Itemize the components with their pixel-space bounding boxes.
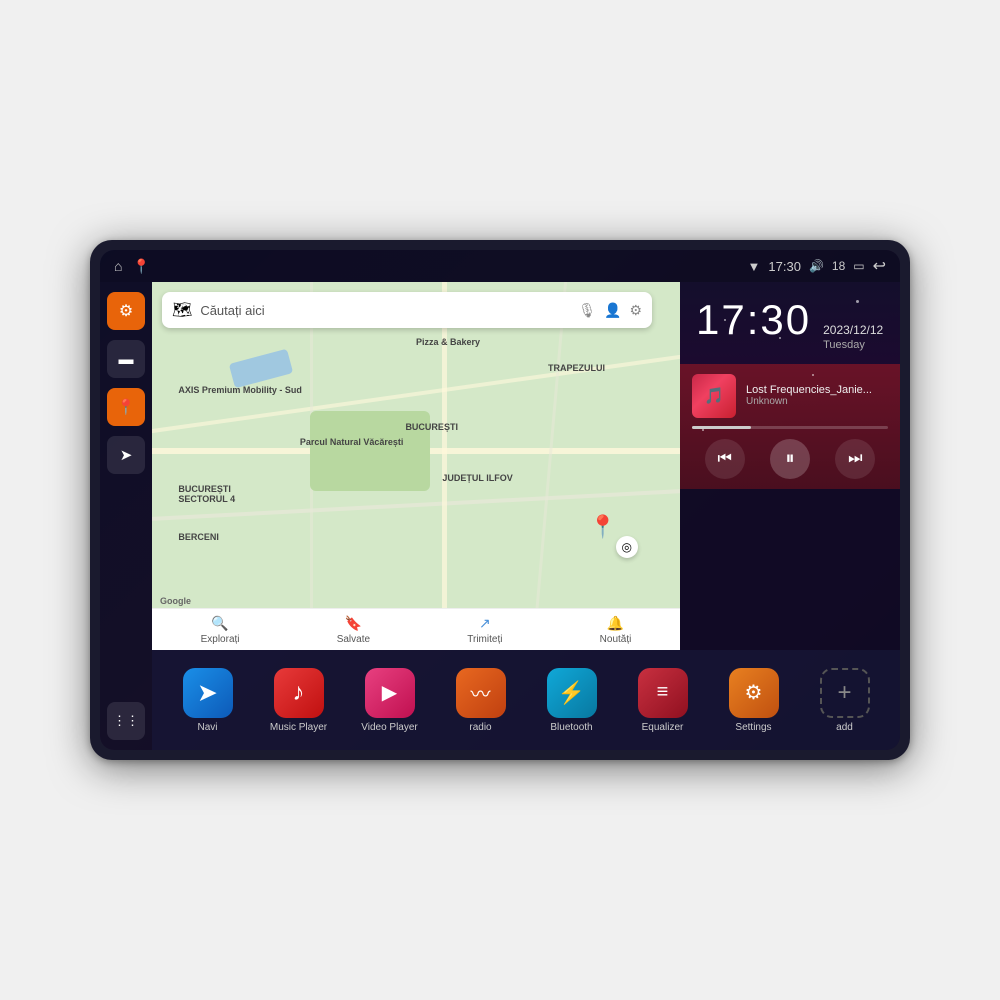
map-tab-explore[interactable]: 🔍 Explorați bbox=[201, 615, 240, 645]
mic-icon[interactable]: 🎙 bbox=[578, 302, 596, 319]
music-info: 🎵 Lost Frequencies_Janie... Unknown bbox=[692, 374, 888, 418]
settings-dots-icon[interactable]: ⚙ bbox=[629, 302, 642, 319]
sidebar: ⚙ ▬ 📍 ➤ ⋮⋮ bbox=[100, 282, 152, 750]
google-maps-icon: 🗺 bbox=[172, 300, 192, 320]
add-icon: + bbox=[837, 679, 851, 707]
navi-app-icon: ➤ bbox=[183, 668, 233, 718]
files-icon: ▬ bbox=[119, 351, 134, 368]
map-tab-share[interactable]: ↗ Trimiteți bbox=[467, 615, 502, 645]
app-item-video-player[interactable]: ▶ Video Player bbox=[355, 668, 425, 733]
status-bar: ⌂ 📍 ▼ 17:30 🔊 18 ▭ ↩ bbox=[100, 250, 900, 282]
radio-app-icon: 〰 bbox=[456, 668, 506, 718]
map-icon[interactable]: 📍 bbox=[132, 258, 149, 275]
add-app-icon: + bbox=[820, 668, 870, 718]
app-label-settings: Settings bbox=[735, 722, 771, 733]
battery-icon: ▭ bbox=[853, 259, 864, 273]
app-label-music-player: Music Player bbox=[270, 722, 327, 733]
wifi-icon: ▼ bbox=[748, 259, 761, 274]
app-label-radio: radio bbox=[469, 722, 491, 733]
music-app-icon: ♪ bbox=[274, 668, 324, 718]
home-icon[interactable]: ⌂ bbox=[114, 258, 122, 274]
app-item-equalizer[interactable]: ≡ Equalizer bbox=[628, 668, 698, 733]
battery-level: 18 bbox=[832, 259, 845, 273]
map-tab-explore-label: Explorați bbox=[201, 634, 240, 645]
map-pin-icon: 📍 bbox=[117, 398, 136, 416]
app-item-navi[interactable]: ➤ Navi bbox=[173, 668, 243, 733]
clock-display: 17:30 bbox=[696, 296, 811, 344]
app-item-add[interactable]: + add bbox=[810, 668, 880, 733]
music-widget: 🎵 Lost Frequencies_Janie... Unknown bbox=[680, 364, 900, 489]
back-icon[interactable]: ↩ bbox=[873, 256, 886, 276]
share-icon: ↗ bbox=[479, 615, 491, 632]
app-item-bluetooth[interactable]: ⚡ Bluetooth bbox=[537, 668, 607, 733]
app-label-video-player: Video Player bbox=[361, 722, 418, 733]
app-label-navi: Navi bbox=[197, 722, 217, 733]
account-icon[interactable]: 👤 bbox=[604, 302, 621, 319]
news-icon: 🔔 bbox=[607, 615, 624, 632]
clock-day: Tuesday bbox=[823, 337, 883, 354]
equalizer-icon: ≡ bbox=[657, 681, 669, 704]
explore-icon: 🔍 bbox=[211, 615, 228, 632]
map-tabs: 🔍 Explorați 🔖 Salvate ↗ Trimiteți bbox=[152, 608, 680, 650]
map-area[interactable]: AXIS Premium Mobility - Sud Pizza & Bake… bbox=[152, 282, 680, 650]
status-bar-left: ⌂ 📍 bbox=[114, 258, 150, 275]
app-label-add: add bbox=[836, 722, 853, 733]
music-progress-fill bbox=[692, 426, 751, 429]
map-tab-share-label: Trimiteți bbox=[467, 634, 502, 645]
app-label-bluetooth: Bluetooth bbox=[550, 722, 592, 733]
sidebar-item-settings[interactable]: ⚙ bbox=[107, 292, 145, 330]
music-artist: Unknown bbox=[746, 396, 888, 407]
app-label-equalizer: Equalizer bbox=[642, 722, 684, 733]
music-progress-bar[interactable] bbox=[692, 426, 888, 429]
map-tab-saved-label: Salvate bbox=[337, 634, 370, 645]
bluetooth-app-icon: ⚡ bbox=[547, 668, 597, 718]
album-art-image: 🎵 bbox=[692, 374, 736, 418]
main-area: ⚙ ▬ 📍 ➤ ⋮⋮ bbox=[100, 282, 900, 750]
status-time: 17:30 bbox=[768, 259, 801, 274]
settings-icon: ⚙ bbox=[119, 301, 133, 321]
saved-icon: 🔖 bbox=[345, 615, 362, 632]
music-title: Lost Frequencies_Janie... bbox=[746, 384, 888, 396]
navi-icon: ➤ bbox=[198, 680, 216, 706]
sidebar-item-apps[interactable]: ⋮⋮ bbox=[107, 702, 145, 740]
app-item-music-player[interactable]: ♪ Music Player bbox=[264, 668, 334, 733]
music-text: Lost Frequencies_Janie... Unknown bbox=[746, 384, 888, 407]
sidebar-item-map[interactable]: 📍 bbox=[107, 388, 145, 426]
map-search-bar[interactable]: 🗺 Căutați aici 🎙 👤 ⚙ bbox=[162, 292, 652, 328]
volume-icon: 🔊 bbox=[809, 259, 824, 273]
pause-icon: ⏸ bbox=[785, 448, 794, 469]
status-bar-right: ▼ 17:30 🔊 18 ▭ ↩ bbox=[748, 256, 886, 276]
video-app-icon: ▶ bbox=[365, 668, 415, 718]
sidebar-item-nav[interactable]: ➤ bbox=[107, 436, 145, 474]
clock-widget: 17:30 2023/12/12 Tuesday bbox=[680, 282, 900, 364]
video-icon: ▶ bbox=[382, 680, 397, 705]
prev-button[interactable]: ⏮ bbox=[705, 439, 745, 479]
next-button[interactable]: ⏭ bbox=[835, 439, 875, 479]
music-icon: ♪ bbox=[293, 679, 305, 707]
device-screen: ⌂ 📍 ▼ 17:30 🔊 18 ▭ ↩ ⚙ ▬ bbox=[100, 250, 900, 750]
equalizer-app-icon: ≡ bbox=[638, 668, 688, 718]
pause-button[interactable]: ⏸ bbox=[770, 439, 810, 479]
right-panel: 17:30 2023/12/12 Tuesday bbox=[680, 282, 900, 650]
album-art: 🎵 bbox=[692, 374, 736, 418]
clock-date: 2023/12/12 bbox=[823, 323, 883, 337]
nav-icon: ➤ bbox=[120, 446, 133, 464]
map-tab-news[interactable]: 🔔 Noutăți bbox=[600, 615, 632, 645]
bluetooth-icon: ⚡ bbox=[558, 680, 585, 706]
map-tab-news-label: Noutăți bbox=[600, 634, 632, 645]
music-controls: ⏮ ⏸ ⏭ bbox=[692, 439, 888, 479]
prev-icon: ⏮ bbox=[717, 450, 731, 468]
radio-icon: 〰 bbox=[471, 678, 491, 707]
settings-app-icon: ⚙ bbox=[729, 668, 779, 718]
settings-app-icon-symbol: ⚙ bbox=[745, 680, 763, 705]
map-tab-saved[interactable]: 🔖 Salvate bbox=[337, 615, 370, 645]
apps-grid-icon: ⋮⋮ bbox=[113, 713, 139, 729]
app-item-radio[interactable]: 〰 radio bbox=[446, 668, 516, 733]
search-placeholder: Căutați aici bbox=[200, 303, 570, 318]
sidebar-item-files[interactable]: ▬ bbox=[107, 340, 145, 378]
app-item-settings[interactable]: ⚙ Settings bbox=[719, 668, 789, 733]
app-dock: ➤ Navi ♪ Music Player ▶ Vid bbox=[152, 650, 900, 750]
device-frame: ⌂ 📍 ▼ 17:30 🔊 18 ▭ ↩ ⚙ ▬ bbox=[90, 240, 910, 760]
next-icon: ⏭ bbox=[848, 450, 862, 468]
